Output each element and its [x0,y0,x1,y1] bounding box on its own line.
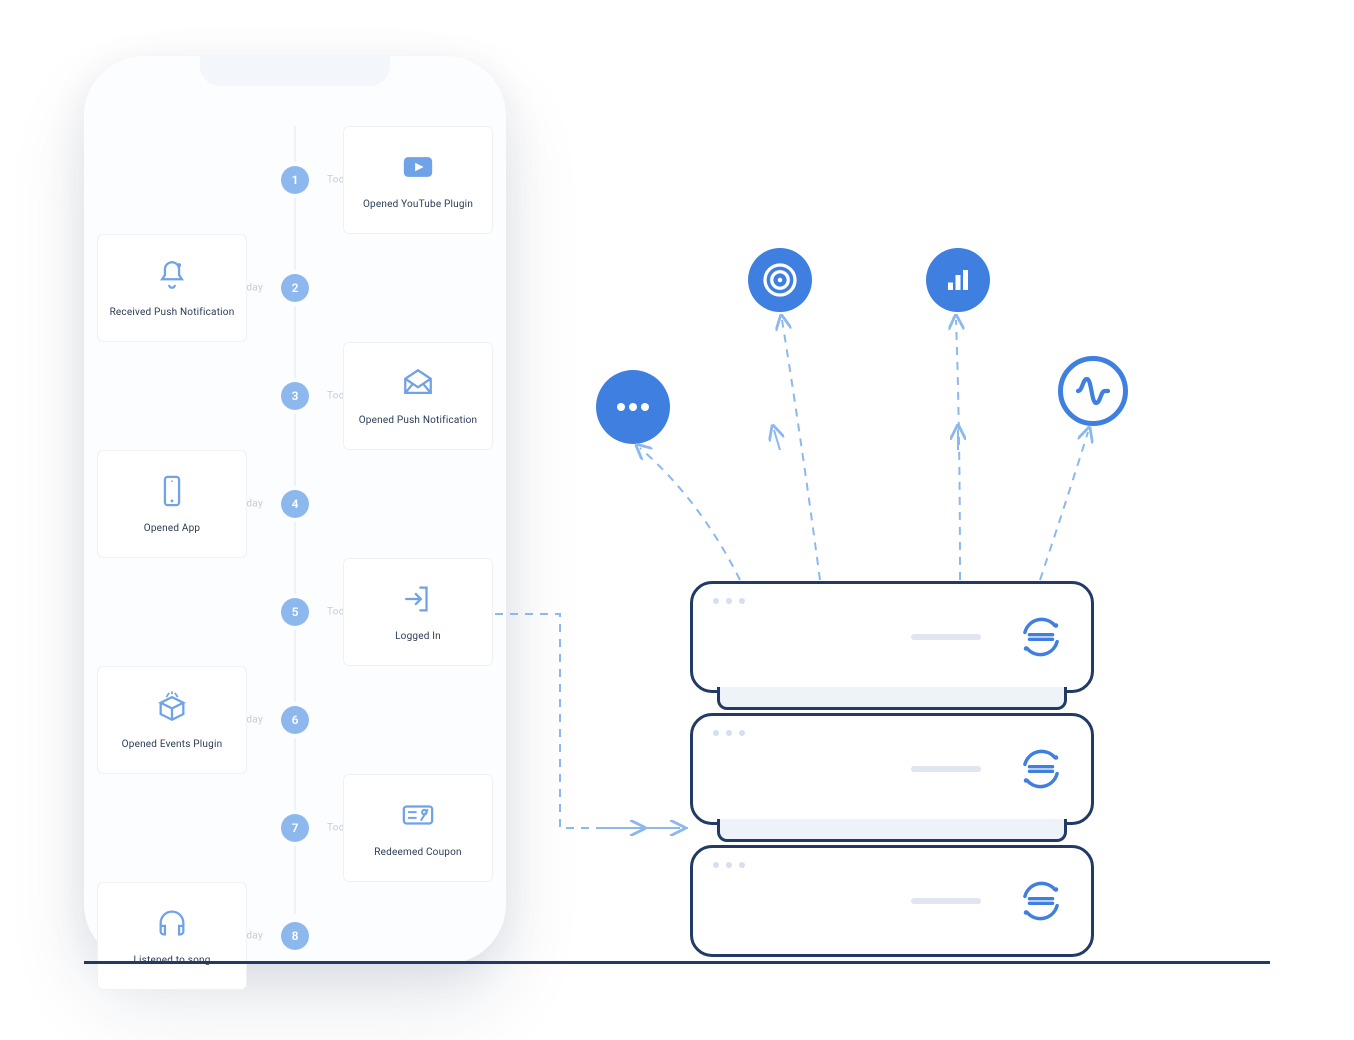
event-timeline: Today 1 Opened YouTube Plugin Today 2 Re… [84,126,506,914]
indicator-dots [713,598,745,604]
timeline-row: Today 3 Opened Push Notification [84,342,506,450]
envelope-open-icon [401,366,435,404]
amplitude-integration-icon [1058,356,1128,426]
headphones-icon [155,906,189,944]
event-card: Logged In [343,558,493,666]
ground-line [84,961,1270,964]
indicator-dots [713,730,745,736]
youtube-icon [401,150,435,188]
more-integrations-icon [596,370,670,444]
timeline-step-4: 4 [281,490,309,518]
bell-icon [155,258,189,296]
server-unit [690,713,1094,825]
timeline-row: Today 8 Listened to song [84,882,506,990]
timeline-row: Today 1 Opened YouTube Plugin [84,126,506,234]
event-label: Listened to song [133,954,210,967]
phone-icon [155,474,189,512]
timeline-step-7: 7 [281,814,309,842]
timeline-step-3: 3 [281,382,309,410]
server-stack [690,581,1094,961]
segment-logo-icon [1015,611,1067,663]
event-label: Received Push Notification [110,306,235,319]
event-card: Opened YouTube Plugin [343,126,493,234]
analytics-integration-icon [926,248,990,312]
event-card: Redeemed Coupon [343,774,493,882]
segment-logo-icon [1015,875,1067,927]
server-unit [690,581,1094,693]
event-label: Opened App [144,522,201,535]
timeline-step-2: 2 [281,274,309,302]
event-card: Opened Push Notification [343,342,493,450]
timeline-row: Today 5 Logged In [84,558,506,666]
timeline-row: Today 6 Opened Events Plugin [84,666,506,774]
progress-bar [911,634,981,640]
timeline-row: Today 2 Received Push Notification [84,234,506,342]
timeline-row: Today 7 Redeemed Coupon [84,774,506,882]
login-icon [401,582,435,620]
event-card: Opened App [97,450,247,558]
timeline-step-1: 1 [281,166,309,194]
event-label: Logged In [395,630,441,643]
package-open-icon [155,690,189,728]
server-unit [690,845,1094,957]
progress-bar [911,766,981,772]
timeline-step-5: 5 [281,598,309,626]
event-label: Opened Push Notification [359,414,478,427]
indicator-dots [713,862,745,868]
timeline-row: Today 4 Opened App [84,450,506,558]
timeline-step-6: 6 [281,706,309,734]
event-card: Listened to song [97,882,247,990]
event-card: Received Push Notification [97,234,247,342]
progress-bar [911,898,981,904]
event-label: Opened Events Plugin [122,738,223,751]
event-label: Redeemed Coupon [374,846,461,859]
segment-logo-icon [1015,743,1067,795]
phone-mockup: Today 1 Opened YouTube Plugin Today 2 Re… [84,56,506,964]
phone-notch [200,56,390,86]
event-label: Opened YouTube Plugin [363,198,473,211]
coupon-icon [401,798,435,836]
timeline-step-8: 8 [281,922,309,950]
event-card: Opened Events Plugin [97,666,247,774]
target-integration-icon [748,248,812,312]
